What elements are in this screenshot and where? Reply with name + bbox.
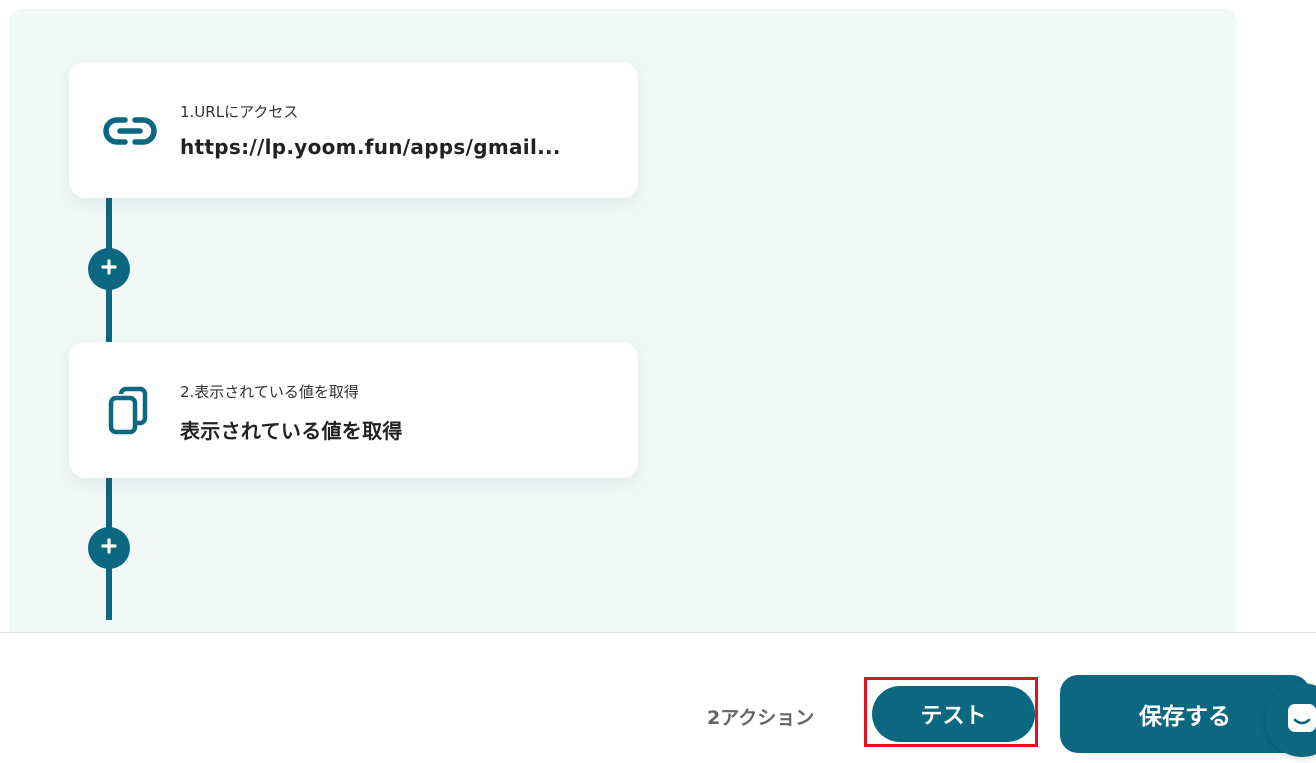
test-button[interactable]: テスト bbox=[872, 686, 1035, 742]
plus-icon bbox=[101, 258, 117, 280]
add-step-button[interactable] bbox=[88, 527, 130, 569]
step-title: https://lp.yoom.fun/apps/gmail... bbox=[180, 135, 561, 159]
action-count-label: 2アクション bbox=[707, 707, 815, 729]
step-label: 2.表示されている値を取得 bbox=[180, 383, 359, 401]
flow-step-card-1[interactable]: 1.URLにアクセス https://lp.yoom.fun/apps/gmai… bbox=[69, 62, 638, 198]
plus-icon bbox=[101, 537, 117, 559]
chat-icon bbox=[1287, 703, 1316, 738]
footer-action-bar: 2アクション テスト 保存する bbox=[0, 632, 1316, 763]
flow-step-card-2[interactable]: 2.表示されている値を取得 表示されている値を取得 bbox=[69, 342, 638, 478]
copy-pages-icon bbox=[101, 382, 159, 440]
step-label: 1.URLにアクセス bbox=[180, 103, 299, 121]
add-step-button[interactable] bbox=[88, 248, 130, 290]
step-title: 表示されている値を取得 bbox=[180, 419, 403, 443]
link-icon bbox=[101, 102, 159, 160]
